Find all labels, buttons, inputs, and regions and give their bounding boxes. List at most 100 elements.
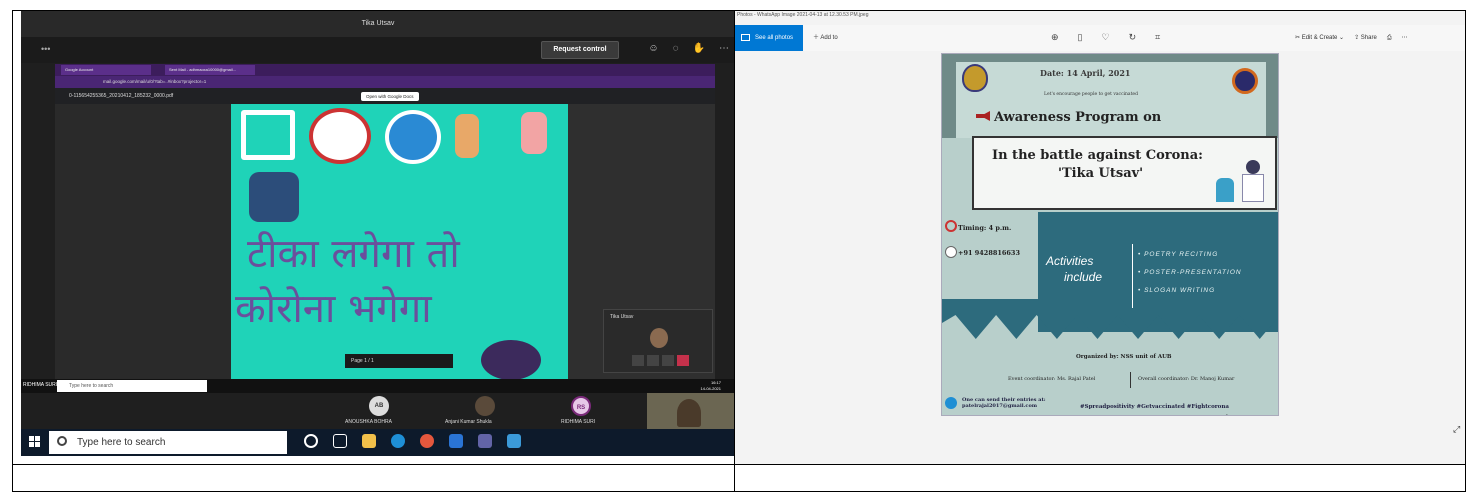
meeting-title: Tika Utsav <box>21 11 734 37</box>
avatar[interactable] <box>475 396 495 416</box>
taskbar-apps <box>304 434 521 448</box>
flyer-title-line1: In the battle against Corona: <box>992 148 1203 163</box>
edit-create-button[interactable]: ✂ Edit & Create ⌄ <box>1295 25 1344 51</box>
home-icon <box>241 110 295 160</box>
browser-tab[interactable]: Sent Mail - adhmaoxa10000@gmail... <box>165 65 255 75</box>
list-item: • POSTER-PRESENTATION <box>1138 269 1242 276</box>
participant-name: ANOUSHKA BOHRA <box>345 419 392 425</box>
chrome-icon[interactable] <box>420 434 434 448</box>
reactions-icon[interactable]: ✋ <box>693 43 705 54</box>
task-view-icon[interactable] <box>333 434 347 448</box>
browser-tab[interactable]: Google Account <box>61 65 151 75</box>
empty-cell <box>734 464 1466 492</box>
edge-icon[interactable] <box>391 434 405 448</box>
flyer-title-line2: 'Tika Utsav' <box>1058 166 1144 181</box>
mouse-cursor <box>1226 412 1233 415</box>
doctor-illustration <box>1216 160 1268 206</box>
inner-clock: 16:17 14-04-2021 <box>701 380 721 392</box>
photos-viewer-cell: Photos - WhatsApp Image 2021-04-13 at 12… <box>734 10 1466 465</box>
coordinator-divider <box>1130 372 1131 388</box>
photos-window: Photos - WhatsApp Image 2021-04-13 at 12… <box>735 11 1465 464</box>
participants-icon[interactable]: ☺ <box>648 43 658 54</box>
photos-icon[interactable] <box>507 434 521 448</box>
camera-icon[interactable] <box>632 355 644 366</box>
virus-stop-icon <box>309 108 371 164</box>
add-to-button[interactable]: ＋ Add to <box>813 25 838 51</box>
more-icon[interactable]: ⋯ <box>1402 25 1408 51</box>
hang-up-icon[interactable] <box>677 355 689 366</box>
share-icon[interactable] <box>662 355 674 366</box>
favorite-icon[interactable]: ♡ <box>1102 32 1110 43</box>
meeting-toolbar: ••• Request control ☺ ◌ ✋ ⋯ <box>21 37 734 63</box>
avatar <box>650 328 668 348</box>
delete-icon[interactable]: ▯ <box>1078 32 1083 43</box>
windows-start-icon[interactable] <box>29 436 41 448</box>
activities-heading-line2: include <box>1064 270 1103 284</box>
viewer-right-tools: ✂ Edit & Create ⌄ ⇪ Share ⎙ ⋯ <box>1295 25 1408 51</box>
flyer-phone: +91 9428816633 <box>958 249 1020 257</box>
whatsapp-icon <box>945 246 957 258</box>
pdf-page-bar[interactable]: Page 1 / 1 <box>345 354 453 368</box>
chat-icon[interactable]: ◌ <box>673 43 679 54</box>
university-logo <box>962 64 988 92</box>
share-label: Share <box>1360 35 1377 41</box>
mask-icon <box>385 110 441 164</box>
file-explorer-icon[interactable] <box>362 434 376 448</box>
screenshot-grid: Tika Utsav ••• Request control ☺ ◌ ✋ ⋯ G… <box>0 0 1471 492</box>
teams-icon[interactable] <box>478 434 492 448</box>
taskbar-search-placeholder: Type here to search <box>77 437 166 448</box>
flyer-entries-info: One can send their entries at: patelraja… <box>962 397 1046 409</box>
activities-heading-line1: Activities <box>1046 254 1094 268</box>
participant-camera-feed <box>647 393 734 429</box>
photos-icon <box>741 34 750 41</box>
add-to-label: Add to <box>820 35 838 41</box>
request-control-button[interactable]: Request control <box>541 41 619 59</box>
participant-name: RIDHIMA SURI <box>561 419 596 425</box>
meeting-actions: ☺ ◌ ✋ ⋯ <box>648 43 729 54</box>
flyer-organizer: Organized by: NSS unit of AUB <box>1076 354 1172 360</box>
flyer-overall-coordinator: Overall coordinator: Dr. Manoj Kumar <box>1138 376 1235 382</box>
inner-search-box: Type here to search <box>57 380 207 392</box>
shared-poster: टीका लगेगा तो कोरोना भगेगा Page 1 / 1 <box>231 104 568 379</box>
participant-name: Anjani Kumar Shukla <box>445 419 492 425</box>
vaccination-flyer: Date: 14 April, 2021 Let's encourage peo… <box>941 53 1279 416</box>
taskbar-search-input[interactable]: Type here to search <box>49 431 287 454</box>
mic-icon[interactable] <box>647 355 659 366</box>
print-icon[interactable]: ⎙ <box>1387 25 1392 51</box>
cortana-icon[interactable] <box>304 434 318 448</box>
person-figure <box>481 340 541 379</box>
person-figure <box>677 399 701 427</box>
open-with-docs-button[interactable]: Open with Google Docs <box>361 92 419 101</box>
browser-tab-strip: Google Account Sent Mail - adhmaoxa10000… <box>55 64 715 76</box>
viewer-actions: ⊕ ▯ ♡ ↻ ⌗ <box>1051 32 1160 43</box>
more-options-icon[interactable]: ••• <box>41 44 50 54</box>
avatar[interactable]: RS <box>571 396 591 416</box>
presenter-name: RIDHIMA SURI <box>23 382 58 388</box>
flyer-event-coordinator: Event coordinator: Ms. Rajal Patel <box>1008 376 1096 382</box>
list-item: • SLOGAN WRITING <box>1138 287 1216 294</box>
see-all-photos-button[interactable]: See all photos <box>735 25 803 51</box>
clock-icon <box>945 220 957 232</box>
zoom-icon[interactable]: ⊕ <box>1051 32 1059 43</box>
expand-icon[interactable]: ⤢ <box>1453 424 1460 435</box>
list-item: • POETRY RECITING <box>1138 251 1219 258</box>
more-actions-icon[interactable]: ⋯ <box>719 43 729 54</box>
word-icon[interactable] <box>449 434 463 448</box>
mail-icon <box>945 397 957 409</box>
rotate-icon[interactable]: ↻ <box>1129 32 1137 43</box>
share-button[interactable]: ⇪ Share <box>1354 25 1377 51</box>
nss-logo <box>1232 68 1258 94</box>
gmail-sidebar <box>55 104 231 379</box>
avatar[interactable]: AB <box>369 396 389 416</box>
activities-panel-zigzag <box>942 299 1278 339</box>
crop-icon[interactable]: ⌗ <box>1155 32 1160 43</box>
viewer-title: Photos - WhatsApp Image 2021-04-13 at 12… <box>737 12 869 18</box>
browser-address-bar[interactable]: mail.google.com/mail/u/0/?tab=..#inbox?p… <box>55 76 715 88</box>
self-video-tile: Tika Utsav <box>603 309 713 373</box>
teams-meeting-cell: Tika Utsav ••• Request control ☺ ◌ ✋ ⋯ G… <box>12 10 735 465</box>
child-figure <box>521 112 547 154</box>
viewer-toolbar: See all photos ＋ Add to ⊕ ▯ ♡ ↻ ⌗ ✂ Edit… <box>735 25 1465 51</box>
empty-cell <box>12 464 735 492</box>
see-all-photos-label: See all photos <box>755 35 794 41</box>
participant-strip: AB ANOUSHKA BOHRA Anjani Kumar Shukla RS… <box>21 393 734 429</box>
